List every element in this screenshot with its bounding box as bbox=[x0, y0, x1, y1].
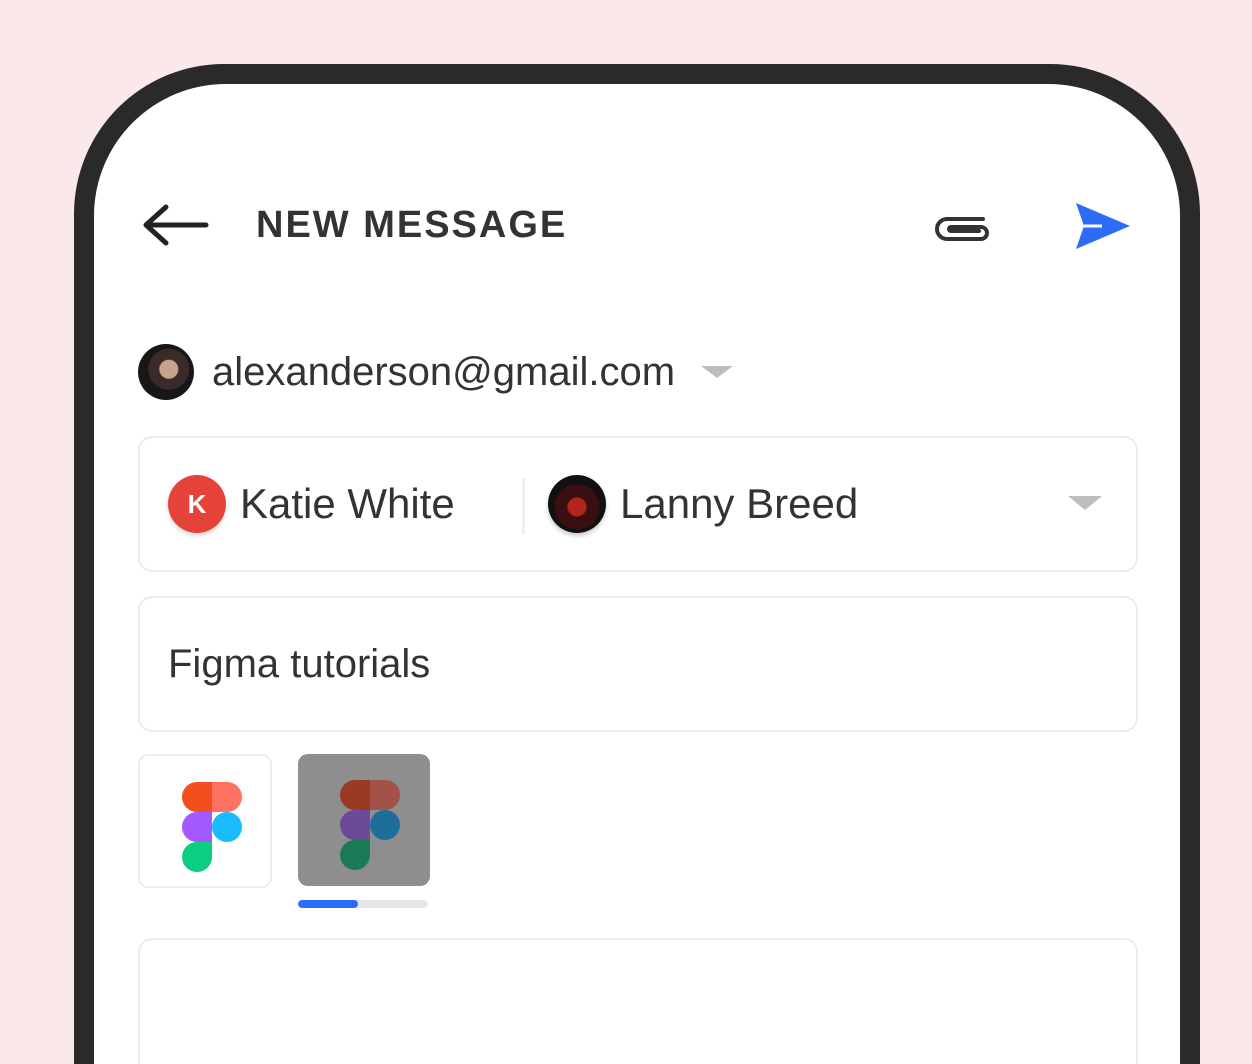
arrow-left-icon bbox=[143, 204, 209, 246]
page-title: NEW MESSAGE bbox=[256, 204, 568, 246]
recipient-name: Lanny Breed bbox=[620, 480, 859, 527]
avatar: K bbox=[168, 475, 226, 533]
chevron-down-icon[interactable] bbox=[1068, 496, 1102, 510]
phone-frame: NEW MESSAGE alexanderson@gmail.com K Kat… bbox=[74, 64, 1200, 1064]
subject-value: Figma tutorials bbox=[168, 642, 431, 686]
from-email: alexanderson@gmail.com bbox=[212, 349, 676, 394]
message-body-field[interactable] bbox=[138, 938, 1138, 1064]
back-button[interactable] bbox=[138, 202, 212, 248]
send-button[interactable] bbox=[1068, 194, 1138, 258]
recipient-chip[interactable]: K Katie White bbox=[168, 472, 455, 536]
chevron-down-icon bbox=[701, 366, 734, 378]
upload-progress-fill bbox=[298, 900, 358, 908]
avatar bbox=[548, 475, 606, 533]
divider bbox=[522, 478, 525, 534]
figma-logo-icon bbox=[182, 782, 242, 872]
attach-button[interactable] bbox=[928, 200, 998, 254]
recipient-name: Katie White bbox=[240, 480, 455, 527]
upload-progress-bar bbox=[298, 900, 428, 908]
recipients-field[interactable]: K Katie White Lanny Breed bbox=[138, 436, 1138, 572]
paperclip-icon bbox=[935, 217, 989, 241]
top-bar: NEW MESSAGE bbox=[94, 84, 1180, 249]
attachment-thumbnail[interactable] bbox=[138, 754, 272, 888]
recipient-chip[interactable]: Lanny Breed bbox=[548, 472, 858, 536]
subject-field[interactable]: Figma tutorials bbox=[138, 596, 1138, 732]
figma-logo-icon bbox=[340, 780, 400, 870]
attachment-thumbnail-uploading[interactable] bbox=[298, 754, 430, 886]
avatar bbox=[138, 344, 194, 400]
from-account-selector[interactable]: alexanderson@gmail.com bbox=[138, 340, 838, 404]
send-icon bbox=[1076, 203, 1130, 249]
screen: NEW MESSAGE alexanderson@gmail.com K Kat… bbox=[94, 84, 1180, 1064]
